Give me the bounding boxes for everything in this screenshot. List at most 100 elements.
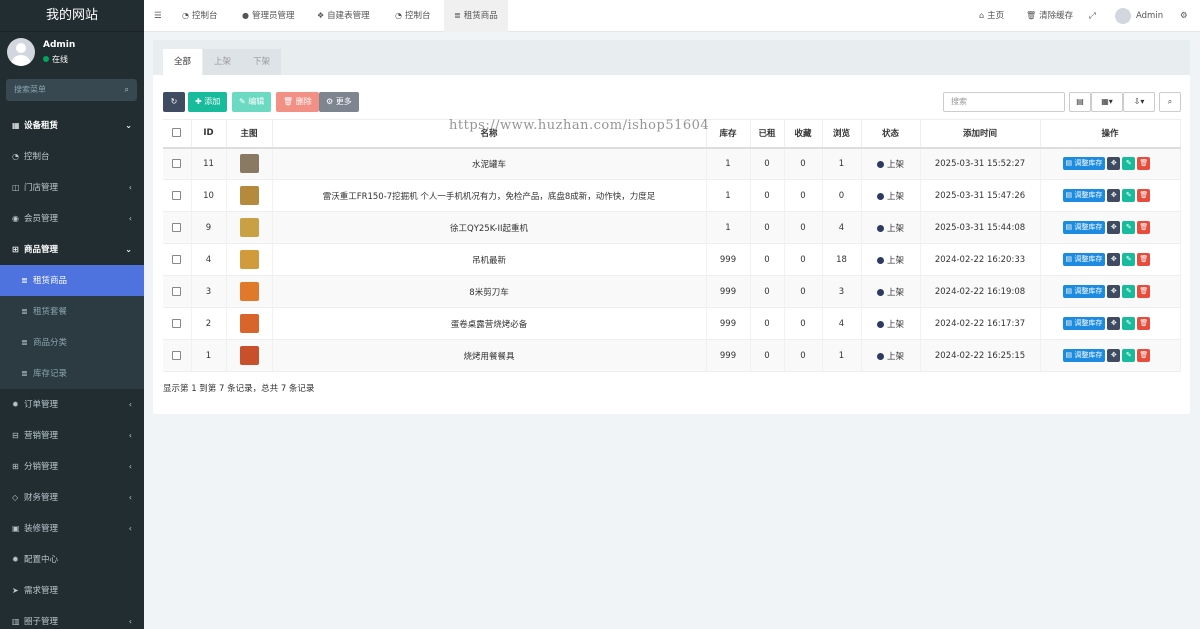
sidebar-item-8[interactable]: ≣ 库存记录 bbox=[0, 358, 144, 389]
row-checkbox[interactable] bbox=[163, 339, 192, 372]
adjust-stock-button[interactable]: ▤ 调整库存 bbox=[1062, 317, 1106, 330]
sidebar-item-3[interactable]: ◉ 会员管理 ‹ bbox=[0, 203, 144, 234]
delete-trash-icon[interactable]: 🗑 bbox=[1137, 285, 1151, 298]
table-row[interactable]: 10 雷沃重工FR150-7挖掘机 个人一手机机况有力，免检产品，底盘8成新，动作… bbox=[163, 179, 1181, 212]
settings-gear-icon[interactable]: ⚙ bbox=[1180, 0, 1188, 32]
tab-off-shelf[interactable]: 下架 bbox=[242, 49, 282, 75]
cell-image[interactable] bbox=[226, 147, 273, 180]
sidebar-item-12[interactable]: ◇ 财务管理 ‹ bbox=[0, 482, 144, 513]
cell-image[interactable] bbox=[226, 339, 273, 372]
select-all-checkbox[interactable] bbox=[163, 119, 192, 149]
cell-image[interactable] bbox=[226, 307, 273, 340]
tab-dashboard[interactable]: ◔ 控制台 bbox=[182, 0, 218, 32]
table-search-input[interactable]: 搜索 bbox=[943, 92, 1065, 112]
col-status[interactable]: 状态 bbox=[861, 119, 921, 149]
row-checkbox[interactable] bbox=[163, 307, 192, 340]
cell-status[interactable]: 上架 bbox=[861, 179, 921, 212]
table-row[interactable]: 4 吊机最新 999 0 0 18 上架 2024-02-22 16:20:33 ▤ 调整库存 ✥… bbox=[163, 243, 1181, 276]
row-checkbox[interactable] bbox=[163, 211, 192, 244]
sidebar-item-6[interactable]: ≣ 租赁套餐 bbox=[0, 296, 144, 327]
product-thumbnail[interactable] bbox=[239, 346, 259, 365]
table-row[interactable]: 1 烧烤用餐餐具 999 0 0 1 上架 2024-02-22 16:25:15 ▤ 调整库存… bbox=[163, 339, 1181, 372]
table-row[interactable]: 3 8米剪刀车 999 0 0 3 上架 2024-02-22 16:19:08 ▤ 调整库存 ✥… bbox=[163, 275, 1181, 308]
cell-status[interactable]: 上架 bbox=[861, 211, 921, 244]
cell-status[interactable]: 上架 bbox=[861, 243, 921, 276]
move-drag-icon[interactable]: ✥ bbox=[1107, 253, 1121, 266]
product-thumbnail[interactable] bbox=[239, 186, 259, 205]
col-created-time[interactable]: 添加时间 bbox=[920, 119, 1041, 149]
refresh-button[interactable]: ↻ bbox=[163, 92, 185, 112]
sidebar-item-14[interactable]: ✹ 配置中心 bbox=[0, 544, 144, 575]
clear-cache-button[interactable]: 🗑 清除缓存 bbox=[1026, 0, 1073, 32]
cell-status[interactable]: 上架 bbox=[861, 307, 921, 340]
col-favorites[interactable]: 收藏 bbox=[784, 119, 823, 149]
fullscreen-icon[interactable]: ⤢ bbox=[1089, 0, 1096, 32]
cell-status[interactable]: 上架 bbox=[861, 275, 921, 308]
row-checkbox[interactable] bbox=[163, 147, 192, 180]
move-drag-icon[interactable]: ✥ bbox=[1107, 285, 1121, 298]
sidebar-search-input[interactable]: 搜索菜单 ⌕ bbox=[6, 79, 137, 101]
tab-all[interactable]: 全部 bbox=[163, 49, 203, 75]
advanced-search-icon[interactable]: ⌕ bbox=[1159, 92, 1181, 112]
col-id[interactable]: ID bbox=[191, 119, 227, 149]
edit-pencil-icon[interactable]: ✎ bbox=[1122, 285, 1136, 298]
tab-rental-goods[interactable]: ≣ 租赁商品 bbox=[444, 0, 508, 32]
move-drag-icon[interactable]: ✥ bbox=[1107, 189, 1121, 202]
add-button[interactable]: ✚ 添加 bbox=[188, 92, 228, 112]
cell-image[interactable] bbox=[226, 179, 273, 212]
tab-custom-table[interactable]: ❖ 自建表管理 bbox=[317, 0, 370, 32]
edit-pencil-icon[interactable]: ✎ bbox=[1122, 221, 1136, 234]
table-row[interactable]: 2 蛋卷桌露营烧烤必备 999 0 0 4 上架 2024-02-22 16:17:37 ▤ 调… bbox=[163, 307, 1181, 340]
col-name[interactable]: 名称 bbox=[272, 119, 707, 149]
adjust-stock-button[interactable]: ▤ 调整库存 bbox=[1062, 221, 1106, 234]
row-checkbox[interactable] bbox=[163, 179, 192, 212]
menu-toggle-icon[interactable]: ☰ bbox=[154, 0, 162, 32]
edit-button[interactable]: ✎ 编辑 bbox=[232, 92, 272, 112]
edit-pencil-icon[interactable]: ✎ bbox=[1122, 253, 1136, 266]
product-thumbnail[interactable] bbox=[239, 154, 259, 174]
sidebar-item-11[interactable]: ⊞ 分销管理 ‹ bbox=[0, 451, 144, 482]
row-checkbox[interactable] bbox=[163, 275, 192, 308]
tab-on-shelf[interactable]: 上架 bbox=[203, 49, 243, 75]
cell-image[interactable] bbox=[226, 275, 273, 308]
sidebar-item-1[interactable]: ◔ 控制台 bbox=[0, 141, 144, 172]
edit-pencil-icon[interactable]: ✎ bbox=[1122, 317, 1136, 330]
edit-pencil-icon[interactable]: ✎ bbox=[1122, 349, 1136, 362]
edit-pencil-icon[interactable]: ✎ bbox=[1122, 157, 1136, 171]
sidebar-item-4[interactable]: ⊞ 商品管理 ⌄ bbox=[0, 234, 144, 265]
delete-trash-icon[interactable]: 🗑 bbox=[1137, 349, 1151, 362]
sidebar-item-2[interactable]: ◫ 门店管理 ‹ bbox=[0, 172, 144, 203]
product-thumbnail[interactable] bbox=[239, 282, 259, 301]
col-stock[interactable]: 库存 bbox=[706, 119, 751, 149]
sidebar-item-16[interactable]: ▥ 圈子管理 ‹ bbox=[0, 606, 144, 629]
columns-dropdown-icon[interactable]: ▦▾ bbox=[1091, 92, 1123, 112]
toggle-view-icon[interactable]: ▤ bbox=[1069, 92, 1091, 112]
adjust-stock-button[interactable]: ▤ 调整库存 bbox=[1062, 253, 1106, 266]
sidebar-item-9[interactable]: ✹ 订单管理 ‹ bbox=[0, 389, 144, 420]
adjust-stock-button[interactable]: ▤ 调整库存 bbox=[1062, 157, 1106, 171]
adjust-stock-button[interactable]: ▤ 调整库存 bbox=[1062, 349, 1106, 362]
tab-dashboard-2[interactable]: ◔ 控制台 bbox=[395, 0, 431, 32]
cell-status[interactable]: 上架 bbox=[861, 147, 921, 180]
admin-menu[interactable]: Admin bbox=[1115, 0, 1163, 32]
more-button[interactable]: ⚙ 更多 bbox=[319, 92, 359, 112]
brand-title[interactable]: 我的网站 bbox=[0, 0, 144, 32]
move-drag-icon[interactable]: ✥ bbox=[1107, 317, 1121, 330]
sidebar-item-15[interactable]: ➤ 需求管理 bbox=[0, 575, 144, 606]
row-checkbox[interactable] bbox=[163, 243, 192, 276]
tab-admin-manage[interactable]: ● 管理员管理 bbox=[242, 0, 295, 32]
edit-pencil-icon[interactable]: ✎ bbox=[1122, 189, 1136, 202]
export-dropdown-icon[interactable]: ⇩▾ bbox=[1123, 92, 1155, 112]
product-thumbnail[interactable] bbox=[239, 314, 259, 333]
product-thumbnail[interactable] bbox=[239, 218, 259, 237]
cell-status[interactable]: 上架 bbox=[861, 339, 921, 372]
delete-trash-icon[interactable]: 🗑 bbox=[1137, 317, 1151, 330]
delete-trash-icon[interactable]: 🗑 bbox=[1137, 221, 1151, 234]
adjust-stock-button[interactable]: ▤ 调整库存 bbox=[1062, 189, 1106, 202]
cell-image[interactable] bbox=[226, 211, 273, 244]
product-thumbnail[interactable] bbox=[239, 250, 259, 269]
cell-image[interactable] bbox=[226, 243, 273, 276]
sidebar-item-5[interactable]: ≣ 租赁商品 bbox=[0, 265, 144, 296]
sidebar-item-13[interactable]: ▣ 装修管理 ‹ bbox=[0, 513, 144, 544]
sidebar-item-10[interactable]: ⊟ 营销管理 ‹ bbox=[0, 420, 144, 451]
